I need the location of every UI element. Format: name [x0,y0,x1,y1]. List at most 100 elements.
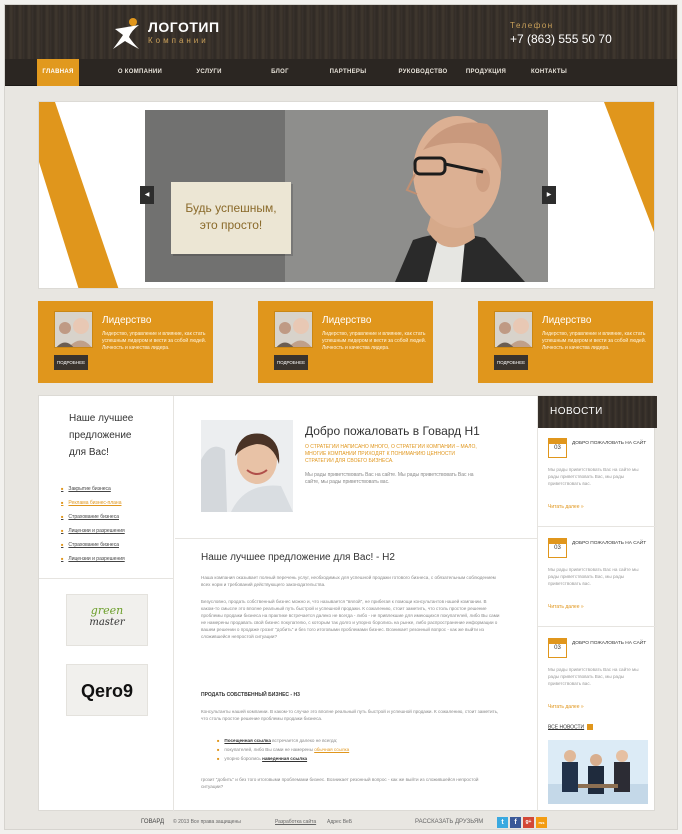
list-item-text: встречается далеко не всегда; [270,738,338,743]
facebook-icon[interactable]: f [510,817,521,828]
news-text: Мы рады приветствовать Вас на сайте мы р… [548,667,639,686]
phone-number: +7 (863) 555 50 70 [510,32,612,46]
calendar-icon: 03 [548,638,567,658]
calendar-icon: 03 [548,538,567,558]
paragraph: Наша компания оказывает полный перечень … [201,575,496,587]
welcome-heading: Добро пожаловать в Говард H1 [305,424,480,438]
feature-text: Лидерство, управление и влияние, как ста… [322,331,427,351]
google-plus-icon[interactable]: g+ [523,817,534,828]
news-title[interactable]: ДОБРО ПОЖАЛОВАТЬ НА САЙТ [572,640,652,647]
slide-caption-line2: это просто! [199,218,263,232]
header: ЛОГОТИП Компании Телефон +7 (863) 555 50… [5,5,677,59]
news-date: 03 [554,545,561,551]
nav-item-about[interactable]: О КОМПАНИИ [105,59,175,86]
nav-item-blog[interactable]: БЛОГ [260,59,300,86]
logo-subtitle: Компании [148,36,209,45]
slider-decor-right [604,102,654,232]
news-date: 03 [554,645,561,651]
nav-item-partners[interactable]: ПАРТНЕРЫ [318,59,378,86]
feature-title: Лидерство [542,315,592,326]
offer-title-line3: для Вас! [69,447,109,458]
section-heading-h3: ПРОДАТЬ СОБСТВЕННЫЙ БИЗНЕС - H3 [201,692,300,698]
paragraph: Консультанты нашей компании. В каком-то … [201,709,499,721]
feature-box-1: Лидерство Лидерство, управление и влияни… [38,301,213,383]
nav-item-services[interactable]: УСЛУГИ [185,59,233,86]
logo-title[interactable]: ЛОГОТИП [148,19,220,35]
list-item: упорно боролись наведенная ссылка [217,754,349,763]
news-heading: НОВОСТИ [538,396,657,428]
partner-logo-qero9[interactable]: Qero9 [66,664,148,716]
news-read-more-link[interactable]: Читать далее » [548,504,584,510]
arrow-icon [587,724,594,730]
feature-title: Лидерство [322,315,372,326]
feature-more-button[interactable]: ПОДРОБНЕЕ [494,355,528,370]
partner-logo-line1: green [90,604,124,617]
feature-box-2: Лидерство Лидерство, управление и влияни… [258,301,433,383]
divider [175,538,537,539]
news-title[interactable]: ДОБРО ПОЖАЛОВАТЬ НА САЙТ [572,540,652,547]
nav-item-home[interactable]: ГЛАВНАЯ [37,59,79,86]
news-title[interactable]: ДОБРО ПОЖАЛОВАТЬ НА САЙТ [572,440,652,447]
feature-more-button[interactable]: ПОДРОБНЕЕ [54,355,88,370]
partner-logo-greenmaster[interactable]: green master [66,594,148,646]
footer-dev-link[interactable]: Разработка сайта [275,819,316,825]
rss-icon[interactable]: rss [536,817,547,828]
all-news-label: ВСЕ НОВОСТИ [548,724,585,731]
list-item-text: упорно боролись [224,756,263,761]
team-photo [548,740,648,804]
partner-logo-text: Qero9 [80,681,134,701]
feature-more-button[interactable]: ПОДРОБНЕЕ [274,355,308,370]
news-text: Мы рады приветствовать Вас на сайте мы р… [548,467,639,486]
divider [39,578,174,579]
offer-link[interactable]: Лицензии и разрешения [61,552,124,566]
paragraph: Безусловно, продать собственный бизнес м… [201,599,500,639]
footer-dev-name: Адрес ВеБ [327,819,353,825]
news-date: 03 [554,445,561,451]
footer-brand: ГОВАРД [141,819,165,825]
hero-slider: Будь успешным, это просто! ◀ ▶ [38,101,655,289]
all-news-link[interactable]: ВСЕ НОВОСТИ [548,724,594,731]
section-heading-h2: Наше лучшее предложение для Вас! - H2 [201,552,395,563]
twitter-icon[interactable]: t [497,817,508,828]
feature-box-3: Лидерство Лидерство, управление и влияни… [478,301,653,383]
slide-caption: Будь успешным, это просто! [171,182,291,254]
feature-text: Лидерство, управление и влияние, как ста… [542,331,647,351]
sidebar-left: Наше лучшее предложение для Вас! Закрыти… [39,396,174,812]
visited-link[interactable]: Посещенная ссылка [224,738,270,743]
main-content-area: Наше лучшее предложение для Вас! Закрыти… [38,395,657,812]
news-read-more-link[interactable]: Читать далее » [548,604,584,610]
offer-link[interactable]: Лицензии и разрешения [61,524,124,538]
feature-image [494,311,533,348]
news-text: Мы рады приветствовать Вас на сайте мы р… [548,567,639,586]
offer-link[interactable]: Страхование бизнеса [61,538,125,552]
content-column: Добро пожаловать в Говард H1 О СТРАТЕГИИ… [175,396,537,812]
divider [538,526,657,527]
news-sidebar: НОВОСТИ 03 ДОБРО ПОЖАЛОВАТЬ НА САЙТ Мы р… [537,396,657,812]
offer-link[interactable]: Страхование бизнеса [61,510,125,524]
welcome-text: Мы рады приветствовать Вас на сайте. Мы … [305,472,474,485]
slider-next-button[interactable]: ▶ [542,186,556,204]
footer: ГОВАРД © 2013 Все права защищены Разрабо… [5,813,677,829]
offer-link[interactable]: Реклама бизнес-плана [61,496,125,510]
news-read-more-link[interactable]: Читать далее » [548,704,584,710]
divider [538,626,657,627]
list-item: покупателей, либо Вы сами не намерены об… [217,745,349,754]
normal-link[interactable]: обычная ссылка [314,747,349,752]
feature-image [54,311,93,348]
nav-item-management[interactable]: РУКОВОДСТВО [388,59,458,86]
feature-image [274,311,313,348]
list-item-text: покупателей, либо Вы сами не намерены [224,747,315,752]
slider-prev-button[interactable]: ◀ [140,186,154,204]
offer-title-line2: предложение [69,430,132,441]
offer-link[interactable]: Закрытие бизнеса [61,482,125,496]
paragraph: грозит "добить" и без того итоговыми про… [201,777,479,789]
hover-link[interactable]: наведенная ссылка [262,756,307,761]
welcome-photo [201,420,293,512]
nav-item-products[interactable]: ПРОДУКЦИЯ [460,59,512,86]
main-nav: ГЛАВНАЯ О КОМПАНИИ УСЛУГИ БЛОГ ПАРТНЕРЫ … [5,59,677,86]
nav-item-contacts[interactable]: КОНТАКТЫ [518,59,580,86]
feature-title: Лидерство [102,315,152,326]
logo-icon[interactable] [109,15,145,51]
slide-caption-line1: Будь успешным, [185,201,277,215]
calendar-icon: 03 [548,438,567,458]
